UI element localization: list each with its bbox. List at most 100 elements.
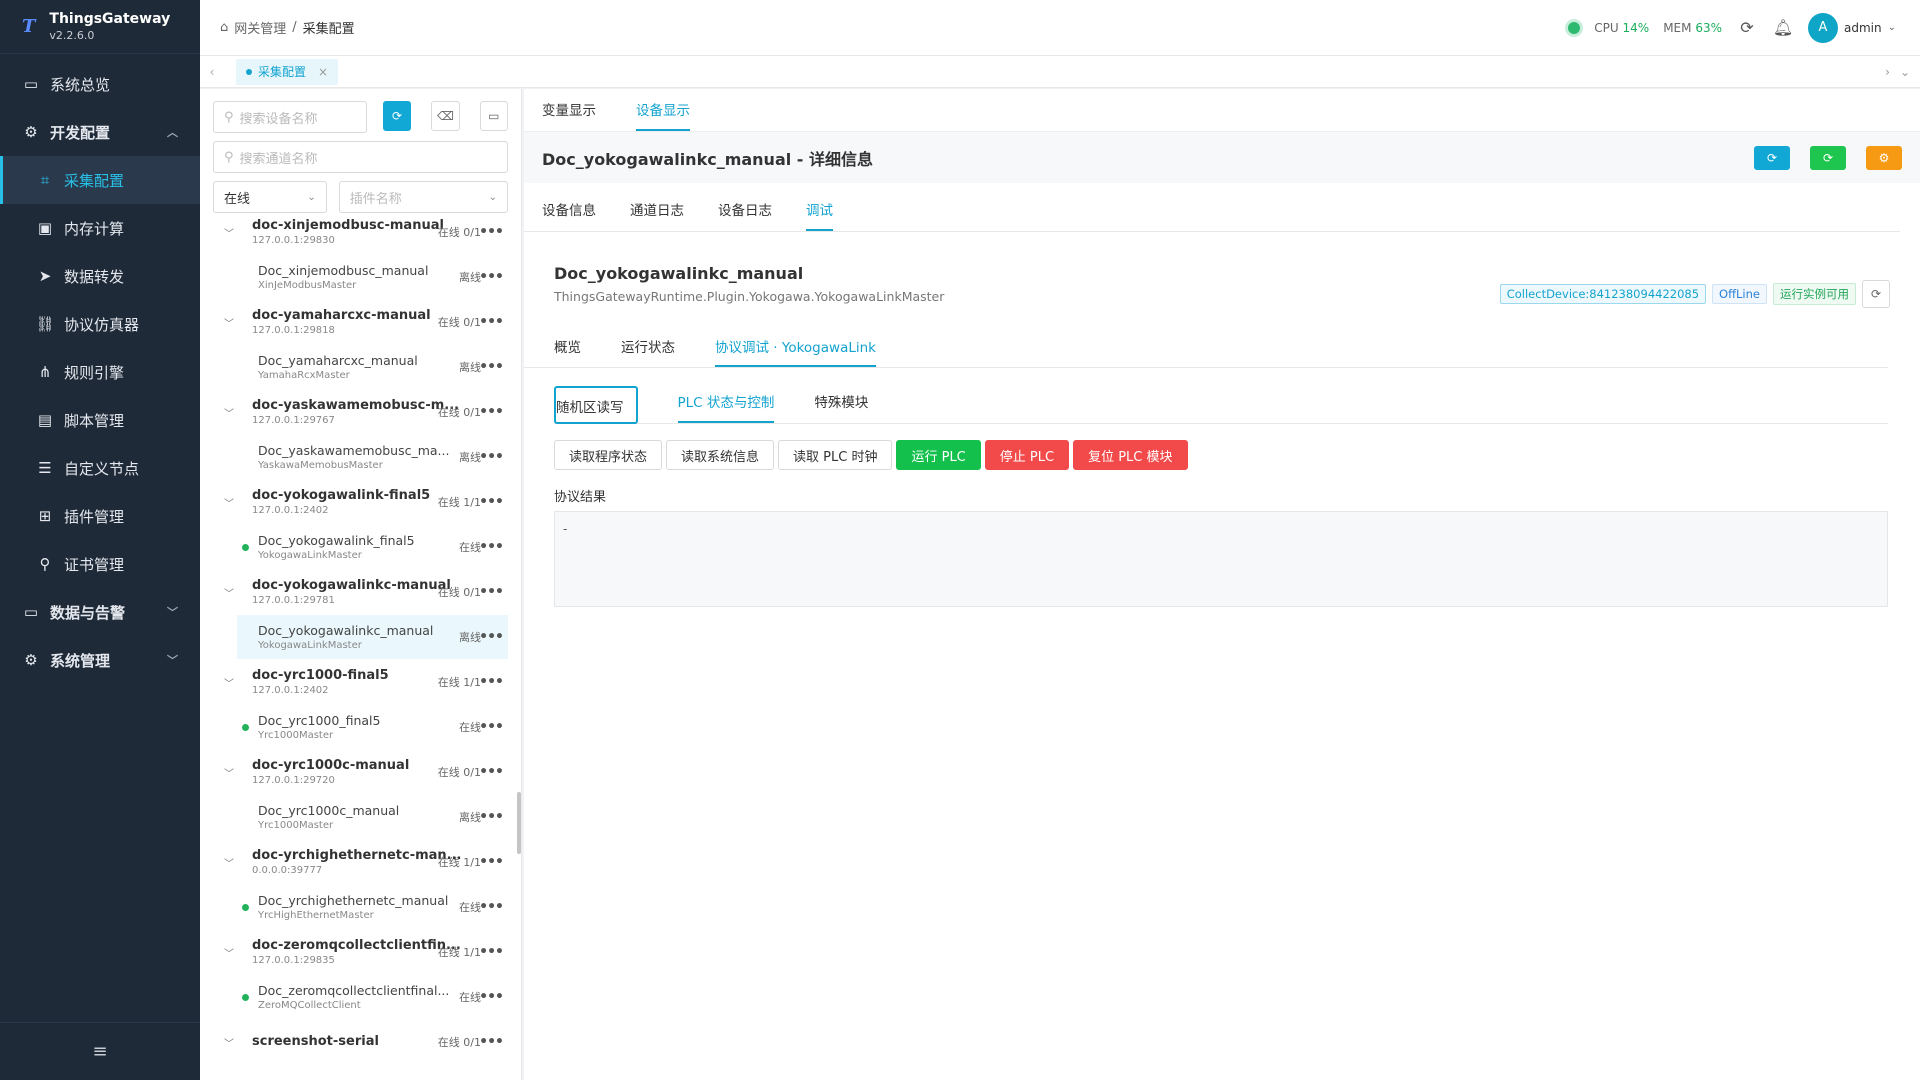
device-item[interactable]: Doc_zeromqcollectclientfinal... ZeroMQCol… [200,975,521,1019]
chevron-down-icon[interactable]: ﹀ [224,405,238,420]
device-item[interactable]: Doc_xinjemodbusc_manual XinJeModbusMaster… [200,255,521,299]
chevron-down-icon[interactable]: ﹀ [224,675,238,690]
sidebar-item-1[interactable]: ⚙ 开发配置 ︿ [0,108,200,156]
settings-button[interactable]: ⚙ [1866,145,1902,170]
sidebar-item-6[interactable]: ⋔ 规则引擎 [0,348,200,396]
chevron-down-icon[interactable]: ﹀ [224,495,238,510]
chevron-left-icon[interactable]: ‹ [200,65,224,79]
sidebar-item-12[interactable]: ⚙ 系统管理 ﹀ [0,636,200,684]
action-button-4[interactable]: 停止 PLC [984,440,1070,470]
more-icon[interactable]: ••• [479,269,504,285]
sidebar-item-8[interactable]: ☰ 自定义节点 [0,444,200,492]
device-item[interactable]: Doc_yrc1000c_manual Yrc1000Master 离线 ••• [200,795,521,839]
close-icon[interactable]: × [318,65,328,79]
chevron-down-icon[interactable]: ﹀ [224,315,238,330]
more-icon[interactable]: ••• [479,854,504,870]
more-icon[interactable]: ••• [479,224,504,240]
more-icon[interactable]: ••• [479,539,504,555]
device-item[interactable]: Doc_yrc1000_final5 Yrc1000Master 在线 ••• [200,705,521,749]
clear-button[interactable]: ⌫ [431,101,460,131]
more-icon[interactable]: ••• [479,899,504,915]
more-icon[interactable]: ••• [479,359,504,375]
more-icon[interactable]: ••• [479,719,504,735]
channel-group[interactable]: ﹀ doc-yokogawalinkc-manual 127.0.0.1:29781… [200,569,521,615]
sidebar-item-2[interactable]: ⌗ 采集配置 [0,156,200,204]
chevron-down-icon[interactable]: ﹀ [224,765,238,780]
more-icon[interactable]: ••• [479,674,504,690]
channel-group[interactable]: ﹀ doc-yrc1000-final5 127.0.0.1:2402 在线 1/1 •… [200,659,521,705]
scrollbar[interactable] [517,792,521,854]
channel-group[interactable]: ﹀ doc-yrchighethernetc-man... 0.0.0.0:3977… [200,839,521,885]
channel-group[interactable]: ﹀ doc-yokogawalink-final5 127.0.0.1:2402 在线… [200,479,521,525]
channel-group[interactable]: ﹀ doc-yaskawamemobusc-m... 127.0.0.1:29767… [200,389,521,435]
sidebar-item-7[interactable]: ▤ 脚本管理 [0,396,200,444]
plugin-select[interactable]: 插件名称 ⌄ [338,181,508,213]
device-item[interactable]: Doc_yokogawalink_final5 YokogawaLinkMaste… [200,525,521,569]
sidebar-item-5[interactable]: ⛓ 协议仿真器 [0,300,200,348]
more-icon[interactable]: ••• [479,944,504,960]
action-button-1[interactable]: 读取系统信息 [666,440,775,470]
tab-channel-log[interactable]: 通道日志 [630,199,684,231]
refresh-icon[interactable]: ⟳ [1862,280,1890,308]
bell-icon[interactable]: 🔔︎ [1772,18,1794,37]
tab-device-log[interactable]: 设备日志 [718,199,772,231]
more-icon[interactable]: ••• [479,989,504,1005]
channel-group[interactable]: ﹀ doc-xinjemodbusc-manual 127.0.0.1:29830 在… [200,219,521,255]
more-icon[interactable]: ••• [479,494,504,510]
channel-group[interactable]: ﹀ doc-yrc1000c-manual 127.0.0.1:29720 在线 0/… [200,749,521,795]
tab-debug[interactable]: 调试 [806,199,833,231]
monitor-button[interactable]: ▭ [479,101,508,131]
refresh-icon[interactable]: ⟳ [1736,18,1758,37]
more-icon[interactable]: ••• [479,404,504,420]
tab-protocol-debug[interactable]: 协议调试 · YokogawaLink [715,336,876,367]
tab-runtime-status[interactable]: 运行状态 [621,336,675,367]
chevron-down-icon[interactable]: ﹀ [224,585,238,600]
action-button-0[interactable]: 读取程序状态 [554,440,663,470]
chevron-down-icon[interactable]: ⌄ [1900,65,1910,79]
sidebar-item-10[interactable]: ⚲ 证书管理 [0,540,200,588]
chevron-down-icon[interactable]: ﹀ [224,855,238,870]
tab-special-module[interactable]: 特殊模块 [814,391,868,423]
home-icon[interactable]: ⌂ [220,20,228,35]
collapse-menu-icon[interactable]: ≡ [0,1022,200,1080]
sidebar-item-9[interactable]: ⊞ 插件管理 [0,492,200,540]
tab-device-display[interactable]: 设备显示 [636,99,690,131]
tab-random-rw[interactable]: 随机区读写 [554,386,638,424]
chevron-down-icon[interactable]: ﹀ [224,1035,238,1050]
sidebar-item-11[interactable]: ▭ 数据与告警 ﹀ [0,588,200,636]
more-icon[interactable]: ••• [479,809,504,825]
action-button-2[interactable]: 读取 PLC 时钟 [778,440,893,470]
chevron-down-icon[interactable]: ﹀ [224,945,238,960]
channel-group[interactable]: ﹀ doc-yamaharcxc-manual 127.0.0.1:29818 在线 … [200,299,521,345]
refresh-button[interactable]: ⟳ [1754,145,1790,170]
action-button-5[interactable]: 复位 PLC 模块 [1073,440,1188,470]
channel-search-input[interactable]: ⚲ 搜索通道名称 [213,141,508,173]
more-icon[interactable]: ••• [479,629,504,645]
breadcrumb-item[interactable]: 网关管理 [234,18,286,37]
tab-variable-display[interactable]: 变量显示 [542,99,596,131]
more-icon[interactable]: ••• [479,314,504,330]
device-search-input[interactable]: ⚲ 搜索设备名称 [213,101,367,133]
refresh-button[interactable]: ⟳ [1810,145,1846,170]
device-item[interactable]: Doc_yaskawamemobusc_ma... YaskawaMemobusM… [200,435,521,479]
tab-device-info[interactable]: 设备信息 [542,199,596,231]
channel-group[interactable]: ﹀ screenshot-serial 在线 0/1 ••• [200,1019,521,1065]
chevron-down-icon[interactable]: ﹀ [224,225,238,240]
sidebar-item-3[interactable]: ▣ 内存计算 [0,204,200,252]
sidebar-item-0[interactable]: ▭ 系统总览 [0,60,200,108]
action-button-3[interactable]: 运行 PLC [896,440,981,470]
sidebar-item-4[interactable]: ➤ 数据转发 [0,252,200,300]
tab-plc-status[interactable]: PLC 状态与控制 [677,391,775,423]
more-icon[interactable]: ••• [479,449,504,465]
chevron-right-icon[interactable]: › [1885,65,1890,79]
page-tab-active[interactable]: 采集配置 × [236,58,339,85]
status-select[interactable]: 在线 ⌄ [213,181,327,213]
device-item[interactable]: Doc_yamaharcxc_manual YamahaRcxMaster 离线 ••… [200,345,521,389]
tab-overview[interactable]: 概览 [554,336,581,367]
refresh-button[interactable]: ⟳ [382,101,412,131]
user-menu[interactable]: A admin ⌄ [1808,12,1896,43]
device-item[interactable]: Doc_yrchighethernetc_manual YrcHighEthern… [200,885,521,929]
more-icon[interactable]: ••• [479,584,504,600]
more-icon[interactable]: ••• [479,764,504,780]
more-icon[interactable]: ••• [479,1034,504,1050]
